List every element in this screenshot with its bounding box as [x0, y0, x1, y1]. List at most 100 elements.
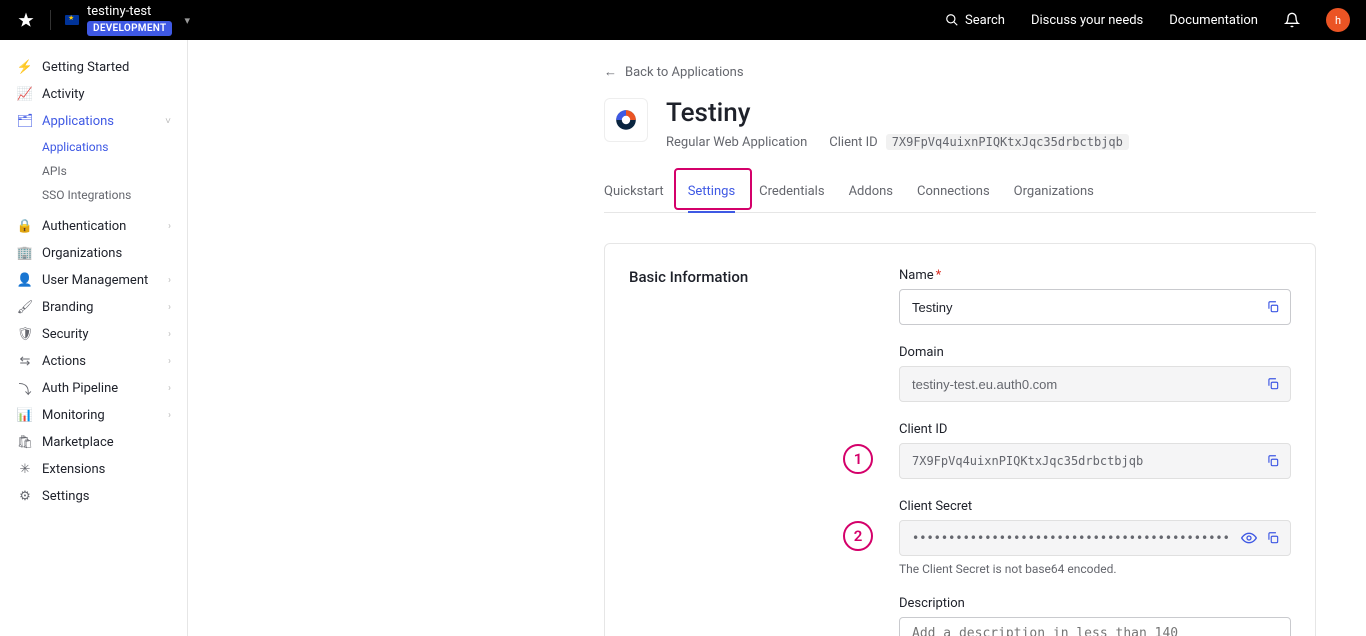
sidebar-item-label: Marketplace — [42, 435, 114, 450]
tenant-switcher[interactable]: testiny-test DEVELOPMENT ▾ — [65, 4, 190, 36]
sidebar-item-authentication[interactable]: 🔒Authentication› — [0, 213, 187, 240]
sidebar-item-user-management[interactable]: 👤User Management› — [0, 267, 187, 294]
notifications-button[interactable] — [1284, 12, 1300, 28]
search-button[interactable]: Search — [945, 13, 1005, 28]
sidebar-item-marketplace[interactable]: 🛍 Marketplace — [0, 429, 187, 456]
copy-client-id-button[interactable] — [1263, 451, 1283, 471]
chevron-icon: › — [168, 383, 171, 394]
application-icon — [604, 98, 648, 142]
description-field: Description — [899, 596, 1291, 636]
copy-domain-button[interactable] — [1263, 374, 1283, 394]
client-id-inline: Client ID 7X9FpVq4uixnPIQKtxJqc35drbctbj… — [829, 134, 1129, 150]
tab-quickstart[interactable]: Quickstart — [604, 174, 664, 212]
sidebar-item-auth-pipeline[interactable]: ⤵ Auth Pipeline › — [0, 375, 187, 402]
topbar-right: Search Discuss your needs Documentation … — [945, 8, 1350, 32]
chevron-icon: › — [168, 329, 171, 340]
sidebar-item-label: Monitoring — [42, 408, 105, 423]
sidebar-item-organizations[interactable]: 🏢 Organizations — [0, 240, 187, 267]
sidebar-item-security[interactable]: 🛡Security› — [0, 321, 187, 348]
sidebar-item-settings[interactable]: ⚙ Settings — [0, 483, 187, 510]
tab-credentials[interactable]: Credentials — [759, 174, 824, 212]
sidebar-item-label: Security — [42, 327, 89, 342]
user-avatar[interactable]: h — [1326, 8, 1350, 32]
eu-flag-icon — [65, 15, 79, 25]
basic-information-card: Basic Information Name* — [604, 243, 1316, 636]
description-input[interactable] — [899, 617, 1291, 636]
tab-addons[interactable]: Addons — [849, 174, 893, 212]
actions-icon: ⇆ — [18, 355, 32, 369]
applications-icon: 🗂 — [18, 115, 32, 129]
sidebar-item-label: Settings — [42, 489, 89, 504]
topbar: testiny-test DEVELOPMENT ▾ Search Discus… — [0, 0, 1366, 40]
settings-icon: ⚙ — [18, 490, 32, 504]
chevron-icon: › — [168, 275, 171, 286]
chevron-icon: › — [168, 356, 171, 367]
name-label: Name* — [899, 268, 1291, 283]
sidebar-item-applications[interactable]: 🗂Applications˅ — [0, 108, 187, 135]
eye-icon — [1241, 530, 1257, 546]
sidebar-item-monitoring[interactable]: 📊 Monitoring › — [0, 402, 187, 429]
name-input[interactable] — [899, 289, 1291, 325]
sidebar-subitem-apis[interactable]: APIs — [42, 161, 187, 181]
sidebar-item-label: Auth Pipeline — [42, 381, 118, 396]
reveal-secret-button[interactable] — [1239, 528, 1259, 548]
application-header: Testiny Regular Web Application Client I… — [604, 98, 1316, 150]
annotation-2: 2 — [843, 521, 873, 551]
sidebar-item-branding[interactable]: 🖌Branding› — [0, 294, 187, 321]
search-icon — [945, 13, 959, 27]
tenant-name: testiny-test — [87, 4, 151, 19]
activity-icon: 📈 — [18, 88, 32, 102]
marketplace-icon: 🛍 — [18, 436, 32, 450]
sidebar-subitem-sso[interactable]: SSO Integrations — [42, 185, 187, 205]
copy-client-secret-button[interactable] — [1263, 528, 1283, 548]
back-to-applications[interactable]: ← Back to Applications — [604, 64, 1316, 80]
domain-field: Domain — [899, 345, 1291, 402]
tab-organizations[interactable]: Organizations — [1014, 174, 1094, 212]
arrow-left-icon: ← — [604, 64, 617, 80]
sidebar-item-actions[interactable]: ⇆ Actions › — [0, 348, 187, 375]
application-tabs: Quickstart Settings Credentials Addons Conne… — [604, 174, 1316, 213]
documentation-link[interactable]: Documentation — [1169, 13, 1258, 28]
sidebar-item-activity[interactable]: 📈Activity — [0, 81, 187, 108]
back-label: Back to Applications — [625, 65, 744, 80]
discuss-link[interactable]: Discuss your needs — [1031, 13, 1143, 28]
chevron-icon: ˅ — [165, 116, 171, 127]
sidebar-item-label: Actions — [42, 354, 86, 369]
client-secret-field: 2 Client Secret The Client Secret is not — [899, 499, 1291, 576]
sidebar-item-label: User Management — [42, 273, 148, 288]
sidebar-item-label: Extensions — [42, 462, 105, 477]
sidebar-item-label: Organizations — [42, 246, 122, 261]
chevron-icon: › — [168, 410, 171, 421]
monitoring-icon: 📊 — [18, 409, 32, 423]
sidebar-item-label: Authentication — [42, 219, 126, 234]
sidebar-subitem-applications-sub[interactable]: Applications — [42, 137, 187, 157]
chevron-down-icon: ▾ — [184, 14, 190, 27]
sidebar-item-getting-started[interactable]: ⚡Getting Started — [0, 54, 187, 81]
topbar-divider — [50, 10, 51, 30]
chevron-icon: › — [168, 221, 171, 232]
client-secret-label: Client Secret — [899, 499, 1291, 514]
annotation-1: 1 — [843, 444, 873, 474]
chevron-icon: › — [168, 302, 171, 313]
copy-icon — [1266, 454, 1280, 468]
client-id-label: Client ID — [899, 422, 1291, 437]
organizations-icon: 🏢 — [18, 247, 32, 261]
domain-input — [899, 366, 1291, 402]
client-id-value-inline: 7X9FpVq4uixnPIQKtxJqc35drbctbjqb — [886, 134, 1129, 150]
client-id-input — [899, 443, 1291, 479]
copy-icon — [1266, 300, 1280, 314]
domain-label: Domain — [899, 345, 1291, 360]
application-type: Regular Web Application — [666, 135, 807, 150]
sidebar-item-label: Getting Started — [42, 60, 129, 75]
tab-connections[interactable]: Connections — [917, 174, 990, 212]
tab-settings[interactable]: Settings — [688, 174, 735, 213]
auth0-logo[interactable] — [16, 10, 36, 30]
sidebar-item-label: Branding — [42, 300, 93, 315]
client-secret-help: The Client Secret is not base64 encoded. — [899, 562, 1291, 576]
sidebar-item-extensions[interactable]: ✳Extensions — [0, 456, 187, 483]
auth-pipeline-icon: ⤵ — [18, 382, 32, 396]
search-label: Search — [965, 13, 1005, 28]
copy-name-button[interactable] — [1263, 297, 1283, 317]
description-label: Description — [899, 596, 1291, 611]
bell-icon — [1284, 12, 1300, 28]
